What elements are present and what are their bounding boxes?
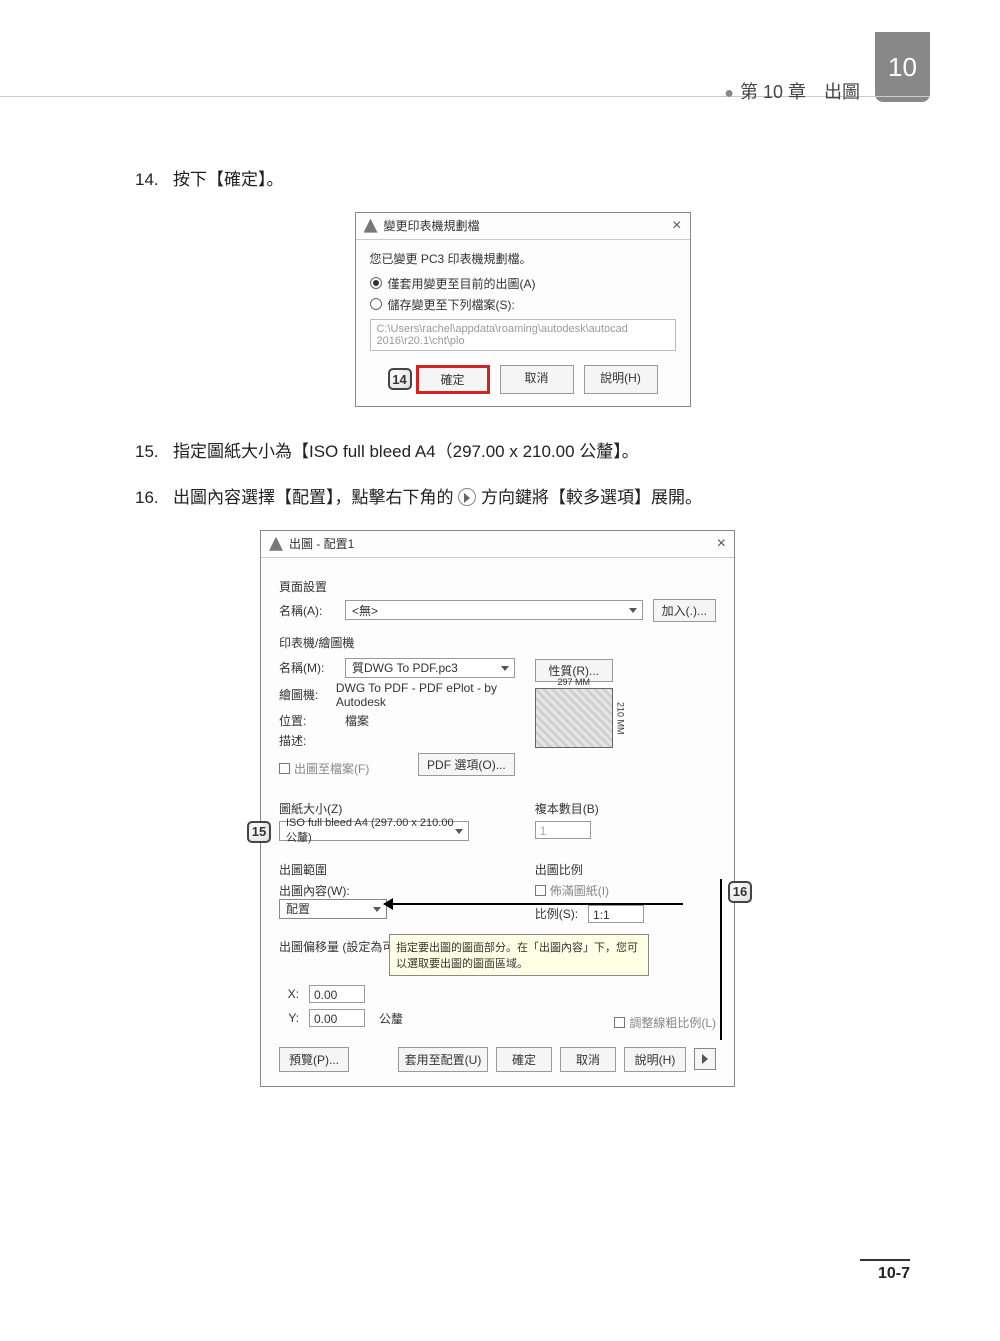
dialog2-title: 出圖 - 配置1: [289, 535, 354, 552]
label-printer-name: 名稱(M):: [279, 659, 335, 676]
label-name: 名稱(A):: [279, 602, 335, 619]
step-16: 16.出圖內容選擇【配置】，點擊右下角的 方向鍵將【較多選項】展開。: [135, 483, 910, 514]
chapter-title: ●第 10 章 出圖: [724, 78, 860, 104]
checkbox-icon: [535, 885, 546, 896]
label-plot-scale: 出圖比例: [535, 861, 716, 878]
dialog2-titlebar: 出圖 - 配置1 ×: [261, 531, 734, 558]
checkbox-icon: [279, 763, 290, 774]
callout-14: 14: [388, 368, 412, 390]
paper-width-label: 297 MM: [536, 677, 612, 687]
close-icon[interactable]: ×: [672, 217, 681, 235]
label-where: 位置:: [279, 712, 335, 729]
label-y: Y:: [279, 1011, 299, 1025]
offset-x-input[interactable]: 0.00: [309, 985, 365, 1003]
more-options-expand-button[interactable]: [694, 1048, 716, 1070]
paper-size-combo[interactable]: ISO full bleed A4 (297.00 x 210.00 公釐): [279, 821, 469, 841]
close-icon[interactable]: ×: [717, 535, 726, 553]
page-setup-combo[interactable]: <無>: [345, 600, 643, 620]
label-paper-size: 圖紙大小(Z): [279, 800, 515, 817]
label-plotter: 繪圖機:: [279, 686, 326, 703]
preview-button[interactable]: 預覽(P)...: [279, 1047, 349, 1072]
checkbox-icon: [614, 1017, 625, 1028]
dialog1-title: 變更印表機規劃檔: [384, 217, 480, 234]
radio-save-to-file[interactable]: 儲存變更至下列檔案(S):: [370, 296, 676, 313]
label-scale: 比例(S):: [535, 905, 578, 922]
dialog-plot: 出圖 - 配置1 × 頁面設置 名稱(A): <無> 加入(.)... 印表機/…: [260, 530, 735, 1087]
callout-15: 15: [247, 821, 271, 843]
autocad-icon: [269, 537, 283, 551]
cancel-button[interactable]: 取消: [500, 365, 574, 394]
step-15: 15.指定圖紙大小為【ISO full bleed A4（297.00 x 21…: [135, 437, 910, 468]
ok-button[interactable]: 確定: [416, 365, 490, 394]
unit-mm: 公釐: [379, 1010, 403, 1027]
page-content: 14.按下【確定】。 變更印表機規劃檔 × 您已變更 PC3 印表機規劃檔。 僅…: [135, 165, 910, 1087]
offset-y-input[interactable]: 0.00: [309, 1009, 365, 1027]
section-page-setup: 頁面設置: [279, 578, 716, 595]
autocad-icon: [364, 219, 378, 233]
paper-preview: 297 MM 210 MM: [535, 688, 613, 748]
paper-height-label: 210 MM: [616, 689, 626, 747]
copies-input[interactable]: 1: [535, 821, 591, 839]
add-page-setup-button[interactable]: 加入(.)...: [653, 599, 716, 622]
plot-to-file-checkbox[interactable]: 出圖至檔案(F): [294, 760, 369, 777]
page-number: 10-7: [860, 1259, 910, 1283]
callout-16: 16: [728, 881, 752, 903]
radio-icon: [370, 277, 382, 289]
apply-to-layout-button[interactable]: 套用至配置(U): [398, 1047, 488, 1072]
help-button[interactable]: 說明(H): [624, 1047, 686, 1072]
tooltip-plot-what: 指定要出圖的圖面部分。在「出圖內容」下，您可以選取要出圖的圖面區域。: [389, 934, 649, 976]
label-x: X:: [279, 987, 299, 1001]
callout-arrow-vertical: [720, 879, 722, 1040]
radio-apply-current[interactable]: 僅套用變更至目前的出圖(A): [370, 275, 676, 292]
cancel-button[interactable]: 取消: [560, 1047, 616, 1072]
dialog1-message: 您已變更 PC3 印表機規劃檔。: [370, 250, 676, 267]
section-printer: 印表機/繪圖機: [279, 634, 716, 651]
help-button[interactable]: 說明(H): [584, 365, 658, 394]
save-path-input[interactable]: C:\Users\rachel\appdata\roaming\autodesk…: [370, 319, 676, 351]
label-description: 描述:: [279, 732, 335, 749]
label-plot-area: 出圖範圍: [279, 861, 515, 878]
scale-input[interactable]: 1:1: [588, 905, 644, 923]
scale-lineweights-checkbox[interactable]: 調整線粗比例(L): [629, 1014, 716, 1031]
ok-button[interactable]: 確定: [496, 1047, 552, 1072]
label-copies: 複本數目(B): [535, 800, 716, 817]
fit-to-paper-checkbox[interactable]: 佈滿圖紙(I): [550, 882, 609, 899]
radio-icon: [370, 298, 382, 310]
step-14: 14.按下【確定】。: [135, 165, 910, 196]
chapter-tab: 10: [875, 32, 930, 102]
dialog1-titlebar: 變更印表機規劃檔 ×: [356, 213, 690, 240]
where-value: 檔案: [345, 712, 369, 729]
label-plot-offset: 出圖偏移量 (設定為可: [279, 938, 394, 955]
label-plot-what: 出圖內容(W):: [279, 882, 515, 899]
arrowhead-icon: [383, 898, 393, 910]
pdf-options-button[interactable]: PDF 選項(O)...: [418, 753, 515, 776]
expand-arrow-icon: [458, 488, 476, 506]
dialog-change-plotter-config: 變更印表機規劃檔 × 您已變更 PC3 印表機規劃檔。 僅套用變更至目前的出圖(…: [355, 212, 691, 407]
printer-name-combo[interactable]: 質DWG To PDF.pc3: [345, 658, 515, 678]
plot-what-combo[interactable]: 配置: [279, 899, 387, 919]
plotter-value: DWG To PDF - PDF ePlot - by Autodesk: [336, 681, 515, 709]
